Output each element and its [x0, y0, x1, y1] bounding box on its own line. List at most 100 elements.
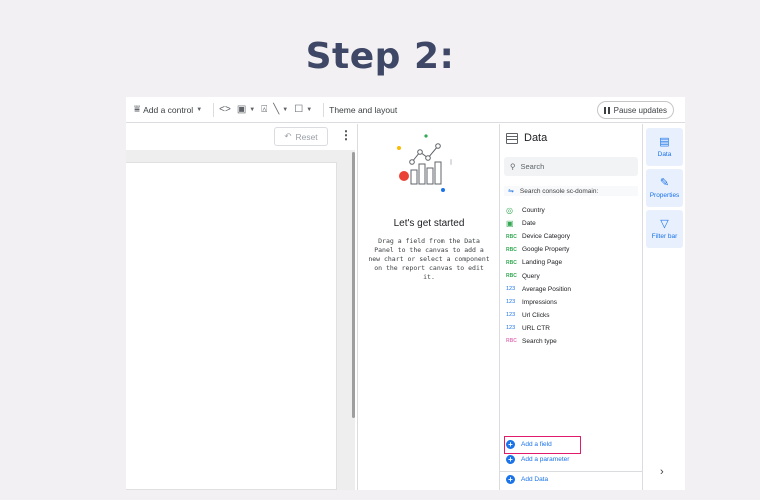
chart-illustration-icon: [397, 134, 452, 192]
field-item[interactable]: ◎ Country: [506, 204, 640, 217]
field-item[interactable]: 123 Average Position: [506, 283, 640, 296]
add-data-label: Add Data: [521, 476, 549, 483]
data-panel-title: Data: [524, 132, 548, 144]
field-label: Url Clicks: [522, 311, 550, 319]
filter-icon: ▽: [660, 217, 669, 230]
text-box-icon: ⍓: [261, 104, 268, 115]
chevron-down-icon: ▼: [196, 106, 203, 113]
number-type-icon: 123: [506, 325, 516, 332]
add-field-button[interactable]: + Add a field: [506, 440, 552, 449]
field-item[interactable]: 123 URL CTR: [506, 322, 640, 335]
field-item[interactable]: 123 Url Clicks: [506, 309, 640, 322]
add-circle-icon: +: [506, 475, 515, 484]
field-label: Date: [522, 220, 536, 228]
step-heading: Step 2:: [305, 36, 455, 77]
code-embed-button[interactable]: <>: [219, 104, 231, 115]
field-item[interactable]: ▣ Date: [506, 217, 640, 230]
add-parameter-button[interactable]: + Add a parameter: [506, 455, 569, 464]
report-page[interactable]: [126, 162, 337, 490]
pencil-icon: ✎: [659, 176, 670, 189]
search-icon: ⚲: [510, 162, 516, 171]
reset-button[interactable]: ↶ Reset: [274, 127, 328, 146]
text-type-icon: RBC: [506, 233, 517, 240]
text-type-icon: RBC: [506, 246, 517, 253]
canvas-header: ↶ Reset ⋮: [126, 124, 355, 150]
line-button[interactable]: ╲ ▼: [273, 104, 288, 115]
field-label: Device Category: [522, 233, 571, 241]
search-placeholder: Search: [520, 162, 545, 171]
add-control-label: Add a control: [143, 104, 194, 115]
more-options-icon[interactable]: ⋮: [340, 129, 352, 141]
chevron-right-icon[interactable]: ›: [660, 466, 664, 478]
get-started-panel: Let's get started Drag a field from the …: [357, 124, 499, 490]
number-type-icon: 123: [506, 299, 516, 306]
canvas-scrollbar[interactable]: [352, 152, 355, 418]
field-label: Average Position: [522, 285, 572, 293]
reset-label: Reset: [295, 131, 318, 142]
shape-button[interactable]: ☐ ▼: [294, 104, 312, 115]
field-label: Country: [522, 207, 545, 215]
calendar-icon: ▣: [506, 219, 514, 229]
add-data-button[interactable]: + Add Data: [506, 475, 548, 484]
number-type-icon: 123: [506, 286, 516, 293]
field-label: Impressions: [522, 298, 558, 306]
text-type-icon: RBC: [506, 338, 517, 345]
search-console-icon: ⇋: [508, 188, 514, 195]
data-table-icon: [506, 132, 518, 144]
image-button[interactable]: ▣ ▼: [237, 104, 255, 115]
add-circle-icon: +: [506, 440, 515, 449]
add-control-icon: ⩸: [134, 104, 141, 115]
field-item[interactable]: RBC Google Property: [506, 243, 640, 256]
editor-toolbar: ⩸ Add a control ▼ <> ▣ ▼ ⍓ ╲ ▼ ☐ ▼ Theme…: [126, 97, 685, 123]
field-label: Landing Page: [522, 259, 563, 267]
rail-tab-label: Data: [657, 150, 672, 158]
add-parameter-label: Add a parameter: [521, 456, 570, 463]
add-circle-icon: +: [506, 455, 515, 464]
text-type-icon: RBC: [506, 259, 517, 266]
text-button[interactable]: ⍓: [261, 104, 267, 115]
number-type-icon: 123: [506, 312, 516, 319]
get-started-description: Drag a field from the Data Panel to the …: [368, 237, 490, 281]
rail-tab-data[interactable]: ▤ Data: [646, 128, 683, 166]
field-item[interactable]: 123 Impressions: [506, 296, 640, 309]
rail-tab-label: Filter bar: [651, 232, 678, 240]
data-source-name: Search console sc-domain:: [519, 187, 599, 195]
field-label: URL CTR: [522, 324, 550, 332]
side-rail: ▤ Data ✎ Properties ▽ Filter bar ›: [642, 124, 685, 490]
add-control-menu[interactable]: ⩸ Add a control ▼: [134, 104, 202, 115]
pause-updates-label: Pause updates: [613, 105, 667, 115]
text-type-icon: RBC: [506, 273, 517, 280]
rail-tab-properties[interactable]: ✎ Properties: [646, 169, 683, 207]
field-label: Google Property: [522, 246, 570, 254]
rail-tab-filter-bar[interactable]: ▽ Filter bar: [646, 210, 683, 248]
report-canvas: ↶ Reset ⋮: [126, 124, 355, 490]
field-search-input[interactable]: ⚲ Search: [504, 157, 638, 176]
data-source-row[interactable]: ⇋ Search console sc-domain:: [504, 186, 638, 196]
pause-updates-button[interactable]: Pause updates: [596, 101, 674, 119]
geo-type-icon: ◎: [506, 206, 513, 216]
field-item[interactable]: RBC Device Category: [506, 230, 640, 243]
field-item[interactable]: RBC Landing Page: [506, 256, 640, 269]
toolbar-divider: [213, 102, 215, 117]
pause-icon: [603, 106, 610, 114]
data-table-icon: ▤: [659, 135, 670, 148]
theme-layout-button[interactable]: Theme and layout: [329, 105, 397, 115]
divider: [500, 471, 642, 472]
field-item[interactable]: RBC Query: [506, 269, 640, 282]
code-icon: <>: [219, 104, 231, 115]
field-list: ◎ Country ▣ Date RBC Device Category RBC…: [506, 204, 640, 348]
chevron-down-icon: ▼: [306, 106, 313, 113]
rail-tab-label: Properties: [649, 191, 680, 199]
image-icon: ▣: [236, 104, 247, 115]
line-icon: ╲: [273, 104, 280, 115]
field-label: Search type: [522, 337, 557, 345]
rectangle-icon: ☐: [294, 104, 304, 115]
looker-studio-editor: ⩸ Add a control ▼ <> ▣ ▼ ⍓ ╲ ▼ ☐ ▼ Theme…: [126, 97, 685, 490]
data-panel: Data ⚲ Search ⇋ Search console sc-domain…: [499, 124, 642, 490]
toolbar-divider: [323, 102, 325, 117]
add-field-label: Add a field: [521, 441, 552, 448]
undo-icon: ↶: [284, 131, 292, 141]
field-item[interactable]: RBC Search type: [506, 335, 640, 348]
chevron-down-icon: ▼: [249, 106, 256, 113]
get-started-title: Let's get started: [393, 218, 465, 229]
